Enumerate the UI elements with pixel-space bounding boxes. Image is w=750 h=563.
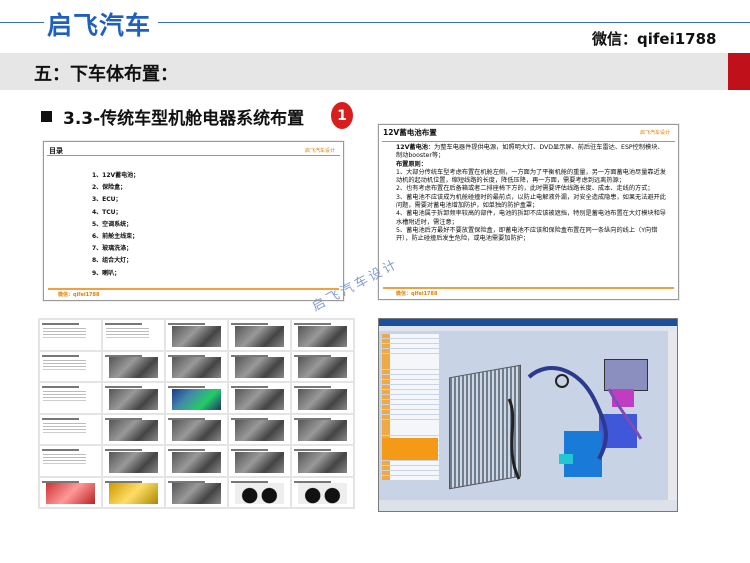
- slide-thumbnail: [103, 383, 164, 413]
- toc-item: 2、保险盒；: [92, 184, 127, 192]
- slide-thumbnail: [229, 477, 290, 507]
- slide-brand: 启飞汽车设计: [304, 148, 335, 154]
- cad-bottom-toolbar[interactable]: [379, 500, 677, 511]
- slide-thumbnail: [103, 477, 164, 507]
- slide-thumbnail: [229, 320, 290, 350]
- brand-logo-text: 启飞汽车: [47, 11, 152, 40]
- slide-body: 12V蓄电池：为整车电器件提供电源，如照明大灯、DVD显示屏、前后驻车雷达、ES…: [396, 144, 668, 244]
- slide-divider: [382, 141, 675, 142]
- principle-item: 4、蓄电池属于拆卸频率较高的部件，电池的拆卸不应该被遮挡，特别是蓄电池布置在大灯…: [396, 210, 666, 226]
- slide-thumbnail: [166, 351, 227, 381]
- wechat-id: 微信：qifei1788: [592, 30, 717, 48]
- slide-footer: 微信：qifei1788: [396, 291, 438, 297]
- slide-thumbnail: [166, 477, 227, 507]
- principles-title: 布置原则：: [396, 160, 427, 168]
- title-bar-accent: [728, 53, 750, 90]
- principle-item: 2、也有考虑布置在后备箱或者二排座椅下方的，此时需要评估线路长度、成本、走线的方…: [396, 185, 654, 193]
- principle-item: 3、蓄电池不应该成为机舱碰撞时的最前点，以防止电解液外漏，对安全造成隐患，如果无…: [396, 193, 666, 210]
- slide-thumbnail: [40, 351, 101, 381]
- slide-thumbnail: [292, 446, 353, 476]
- subsection-title: 3.3-传统车型机舱电器系统布置: [63, 109, 305, 129]
- intro-text: ：为整车电器件提供电源，如照明大灯、DVD显示屏、前后驻车雷达、ESP控制模块、…: [396, 144, 664, 160]
- slide-thumbnail: [292, 383, 353, 413]
- principle-item: 5、蓄电池后方最好不要放置保险盒，即蓄电池不应该和保险盒布置在同一条纵向的线上（…: [396, 226, 658, 243]
- slide-thumbnail: [229, 383, 290, 413]
- slide-thumbnail: [40, 414, 101, 444]
- slide-thumbnail-grid: [38, 318, 355, 509]
- toc-item: 6、前舱主线束；: [92, 233, 139, 241]
- toc-item: 8、组合大灯；: [92, 257, 133, 265]
- slide-thumbnail: [40, 383, 101, 413]
- slide-brand: 启飞汽车设计: [639, 130, 670, 136]
- slide-thumbnail: [103, 351, 164, 381]
- slide-thumbnail: [166, 414, 227, 444]
- slide-thumbnail: [166, 320, 227, 350]
- slide-toc: 目录 启飞汽车设计 1、12V蓄电池； 2、保险盒； 3、ECU； 4、TCU；…: [43, 141, 344, 301]
- slide-heading: 12V蓄电池布置: [383, 128, 437, 137]
- slide-thumbnail: [292, 320, 353, 350]
- intro-paragraph: 12V蓄电池：为整车电器件提供电源，如照明大灯、DVD显示屏、前后驻车雷达、ES…: [396, 144, 668, 161]
- section-title: 五：下车体布置：: [34, 64, 178, 85]
- slide-thumbnail: [292, 351, 353, 381]
- slide-footer-bar: [48, 288, 339, 290]
- square-bullet-icon: [41, 111, 52, 122]
- slide-divider: [47, 155, 340, 156]
- slide-thumbnail: [292, 477, 353, 507]
- slide-thumbnail: [40, 446, 101, 476]
- slide-thumbnail: [40, 477, 101, 507]
- header-line-right: [158, 22, 750, 23]
- slide-thumbnail: [103, 446, 164, 476]
- slide-thumbnail: [292, 414, 353, 444]
- cad-right-toolbar[interactable]: [668, 331, 677, 501]
- toc-item: 5、空调系统；: [92, 220, 133, 228]
- toc-item: 7、玻璃洗涤；: [92, 245, 133, 253]
- slide-footer: 微信：qifei1788: [58, 292, 100, 298]
- step-number-badge: 1: [331, 102, 353, 129]
- cad-engine-bay-screenshot: [378, 318, 678, 512]
- principle-item: 1、大部分传统车型考虑布置在机舱左侧，一方面为了平衡机舱的重量，另一方面蓄电池尽…: [396, 168, 666, 185]
- slide-battery-layout: 12V蓄电池布置 启飞汽车设计 12V蓄电池：为整车电器件提供电源，如照明大灯、…: [378, 124, 679, 300]
- toc-item: 4、TCU；: [92, 208, 122, 216]
- header-line-left: [0, 22, 44, 23]
- slide-thumbnail: [166, 383, 227, 413]
- slide-thumbnail: [103, 320, 164, 350]
- slide-thumbnail: [103, 414, 164, 444]
- wire-harness-drawing: [507, 366, 643, 480]
- slide-thumbnail: [166, 446, 227, 476]
- intro-key: 12V蓄电池: [396, 144, 428, 151]
- slide-thumbnail: [40, 320, 101, 350]
- slide-thumbnail: [229, 446, 290, 476]
- toc-item: 3、ECU；: [92, 196, 122, 204]
- toc-item: 9、喇叭；: [92, 269, 121, 277]
- slide-thumbnail: [229, 414, 290, 444]
- slide-thumbnail: [229, 351, 290, 381]
- toc-item: 1、12V蓄电池；: [92, 172, 140, 179]
- toc-list: 1、12V蓄电池； 2、保险盒； 3、ECU； 4、TCU； 5、空调系统； 6…: [92, 170, 139, 280]
- slide-footer-bar: [383, 287, 674, 289]
